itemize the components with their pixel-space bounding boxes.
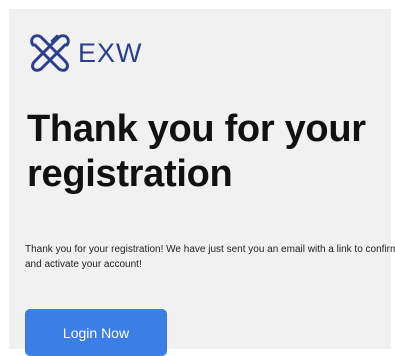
confirmation-message: Thank you for your registration! We have… xyxy=(25,244,395,270)
brand-name: EXW xyxy=(78,37,143,68)
registration-card: EXW Thank you for your registration Than… xyxy=(9,9,395,356)
exw-logo-icon xyxy=(30,34,70,72)
brand-header: EXW xyxy=(27,31,143,75)
page-title: Thank you for your registration xyxy=(27,108,366,195)
